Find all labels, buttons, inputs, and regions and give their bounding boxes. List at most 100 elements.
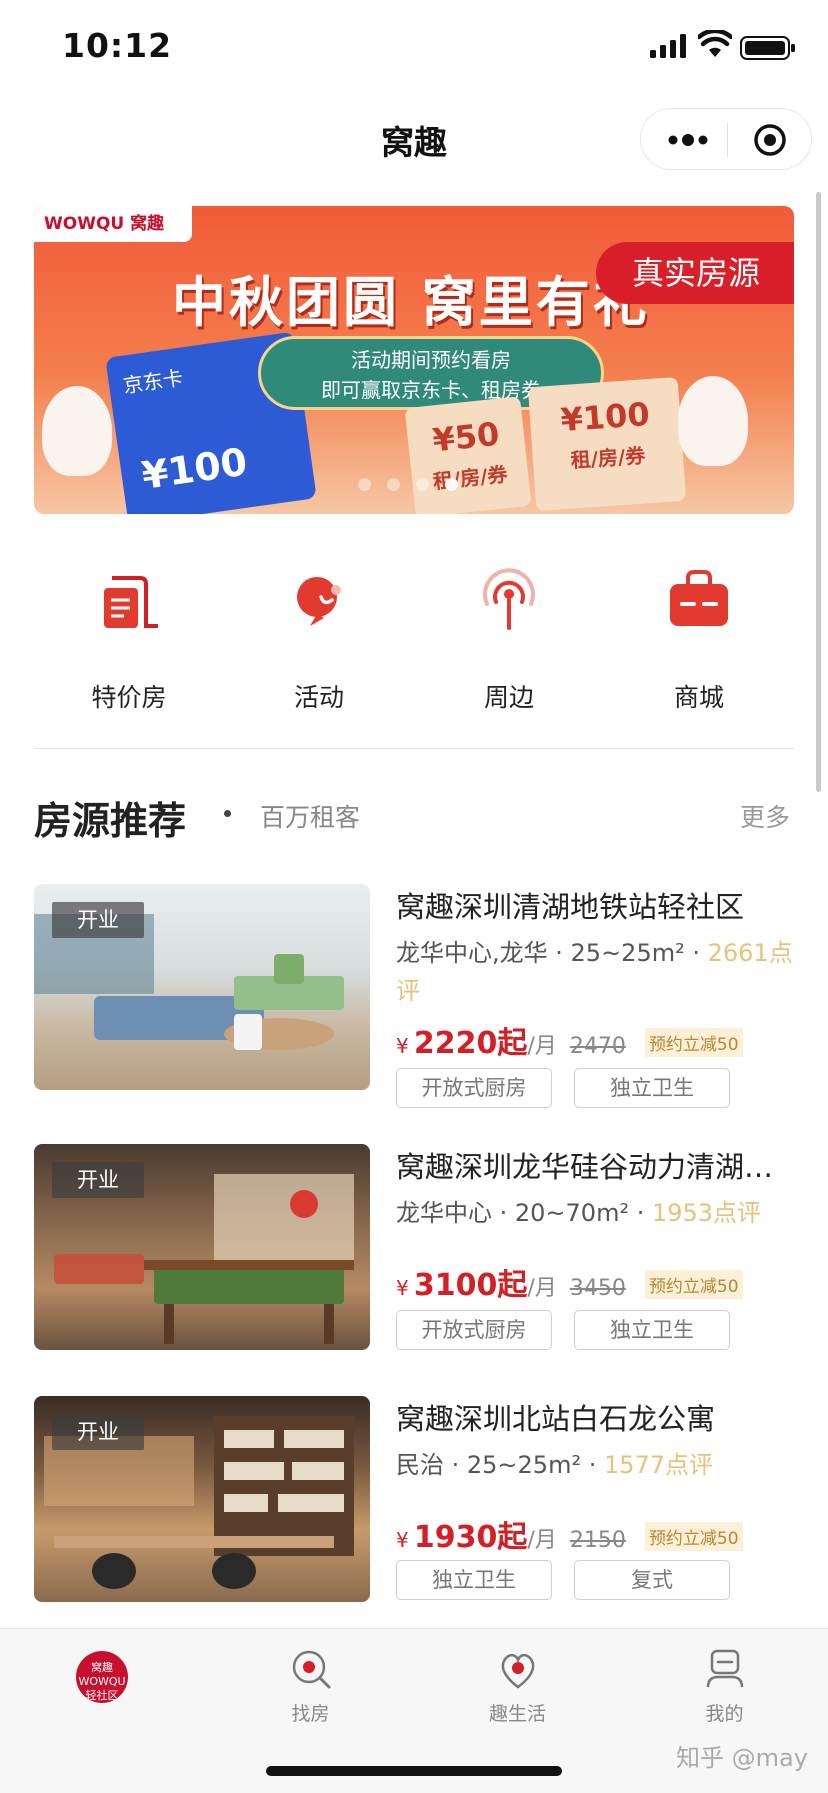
coupon-50-amount: ¥50 — [430, 414, 502, 460]
category-row: 特价房 活动 周边 商城 — [34, 560, 794, 720]
banner-logo: WOWQU 窝趣 — [34, 206, 192, 242]
signal-icon — [650, 34, 686, 58]
category-label: 活动 — [293, 683, 344, 712]
original-price: 3450 — [569, 1276, 626, 1301]
scrollbar[interactable] — [816, 192, 821, 792]
coupon-100-amount: ¥100 — [559, 395, 651, 440]
more-options-icon[interactable] — [665, 127, 711, 153]
original-price: 2150 — [569, 1528, 626, 1553]
listing-photo[interactable]: 开业 — [34, 1144, 370, 1350]
listing-area: 20~70m² — [514, 1199, 630, 1227]
category-activity[interactable]: 活动 — [224, 560, 414, 720]
listing-photo[interactable]: 开业 — [34, 884, 370, 1090]
pill-line-1: 活动期间预约看房 — [351, 348, 511, 372]
home-logo-icon: 窝趣 WOWQU 轻社区 — [76, 1651, 128, 1703]
listing-location: 民治 — [396, 1451, 444, 1479]
price-value: 3100起 — [413, 1268, 528, 1303]
listing-reviews: 1953点评 — [651, 1199, 762, 1227]
currency-symbol: ¥ — [396, 1276, 409, 1300]
tab-home[interactable]: 窝趣 WOWQU 轻社区 — [0, 1629, 207, 1749]
listing-tags: 开放式厨房 独立卫生 — [396, 1068, 752, 1108]
promo-badge: 预约立减50 — [644, 1028, 743, 1057]
feature-tag: 开放式厨房 — [396, 1068, 552, 1108]
promo-banner[interactable]: WOWQU 窝趣 中秋团圆 窝里有礼 真实房源 京东卡 ¥100 活动期间预约看… — [34, 206, 794, 514]
price-unit: /月 — [527, 1034, 557, 1059]
status-badge: 开业 — [52, 1162, 144, 1198]
price-unit: /月 — [527, 1528, 557, 1553]
divider — [34, 748, 794, 749]
listing-title[interactable]: 窝趣深圳北站白石龙公寓 — [396, 1396, 796, 1438]
listing-price: ¥ 3100起/月 3450 预约立减50 — [396, 1260, 743, 1304]
price-value: 2220起 — [413, 1026, 528, 1061]
banner-tag: 真实房源 — [596, 242, 794, 304]
listing-area: 25~25m² — [466, 1451, 582, 1479]
activity-icon — [297, 577, 341, 626]
fun-life-icon — [501, 1653, 535, 1689]
tab-label: 我的 — [705, 1703, 744, 1725]
price-unit: /月 — [527, 1276, 557, 1301]
feature-tag: 复式 — [574, 1560, 730, 1600]
listing-meta: 龙华中心 · 20~70m² · 1953点评 — [396, 1199, 762, 1227]
category-nearby[interactable]: 周边 — [414, 560, 604, 720]
section-title: 房源推荐 — [34, 799, 187, 843]
category-label: 商城 — [673, 683, 724, 712]
battery-icon — [740, 36, 795, 60]
coupon-100-label: 租/房/券 — [569, 443, 647, 473]
listing-location: 龙华中心 — [396, 1199, 492, 1227]
listing-price: ¥ 1930起/月 2150 预约立减50 — [396, 1512, 743, 1556]
category-label: 周边 — [483, 683, 534, 712]
listing-tags: 独立卫生 复式 — [396, 1560, 752, 1600]
section-dot — [224, 810, 231, 817]
category-discount-house[interactable]: 特价房 — [34, 560, 224, 720]
tab-profile[interactable]: 我的 — [621, 1629, 828, 1749]
feature-tag: 独立卫生 — [574, 1310, 730, 1350]
listing-reviews: 1577点评 — [603, 1451, 714, 1479]
profile-icon — [706, 1649, 744, 1688]
original-price: 2470 — [569, 1034, 626, 1059]
category-shop[interactable]: 商城 — [604, 560, 794, 720]
listing-price: ¥ 2220起/月 2470 预约立减50 — [396, 1018, 743, 1062]
find-house-icon — [292, 1650, 331, 1689]
promo-badge: 预约立减50 — [644, 1270, 743, 1299]
discount-house-icon — [104, 576, 158, 628]
listing-meta: 民治 · 25~25m² · 1577点评 — [396, 1451, 714, 1479]
listing-photo[interactable]: 开业 — [34, 1396, 370, 1602]
carousel-indicator — [358, 476, 474, 495]
feature-tag: 开放式厨房 — [396, 1310, 552, 1350]
listing-title[interactable]: 窝趣深圳清湖地铁站轻社区 — [396, 884, 796, 926]
listing-location: 龙华中心,龙华 — [396, 939, 548, 967]
close-target-icon[interactable] — [753, 123, 787, 157]
listing-tags: 开放式厨房 独立卫生 — [396, 1310, 752, 1350]
nearby-icon — [483, 568, 535, 630]
rabbit-illustration — [678, 376, 748, 466]
tab-label: 找房 — [291, 1703, 330, 1725]
tab-find-house[interactable]: 找房 — [207, 1629, 414, 1749]
capsule-divider — [727, 123, 728, 157]
promo-badge: 预约立减50 — [644, 1522, 743, 1551]
section-subtitle: 百万租客 — [260, 803, 361, 832]
carousel-dot[interactable] — [387, 478, 400, 491]
listing-title[interactable]: 窝趣深圳龙华硅谷动力清湖… — [396, 1144, 796, 1186]
banner-headline: 中秋团圆 窝里有礼 — [172, 271, 650, 334]
tab-fun-life[interactable]: 趣生活 — [414, 1629, 621, 1749]
status-time: 10:12 — [62, 26, 173, 65]
more-link[interactable]: 更多 — [740, 798, 790, 834]
category-label: 特价房 — [91, 683, 167, 712]
home-indicator[interactable] — [266, 1766, 562, 1776]
status-bar: 10:12 — [0, 0, 828, 100]
feature-tag: 独立卫生 — [396, 1560, 552, 1600]
status-badge: 开业 — [52, 1414, 144, 1450]
listing-meta: 龙华中心,龙华 · 25~25m² · 2661点评 — [396, 939, 793, 1005]
jd-card-label: 京东卡 — [121, 365, 185, 398]
feature-tag: 独立卫生 — [574, 1068, 730, 1108]
tab-label: 趣生活 — [488, 1703, 546, 1725]
carousel-dot[interactable] — [416, 478, 429, 491]
watermark-text: 知乎 @may — [676, 1744, 808, 1772]
mini-program-capsule — [640, 108, 812, 170]
rabbit-illustration — [42, 386, 112, 476]
currency-symbol: ¥ — [396, 1034, 409, 1058]
carousel-dot[interactable] — [358, 478, 371, 491]
status-badge: 开业 — [52, 902, 144, 938]
carousel-dot-active[interactable] — [445, 478, 458, 491]
price-value: 1930起 — [413, 1520, 528, 1555]
